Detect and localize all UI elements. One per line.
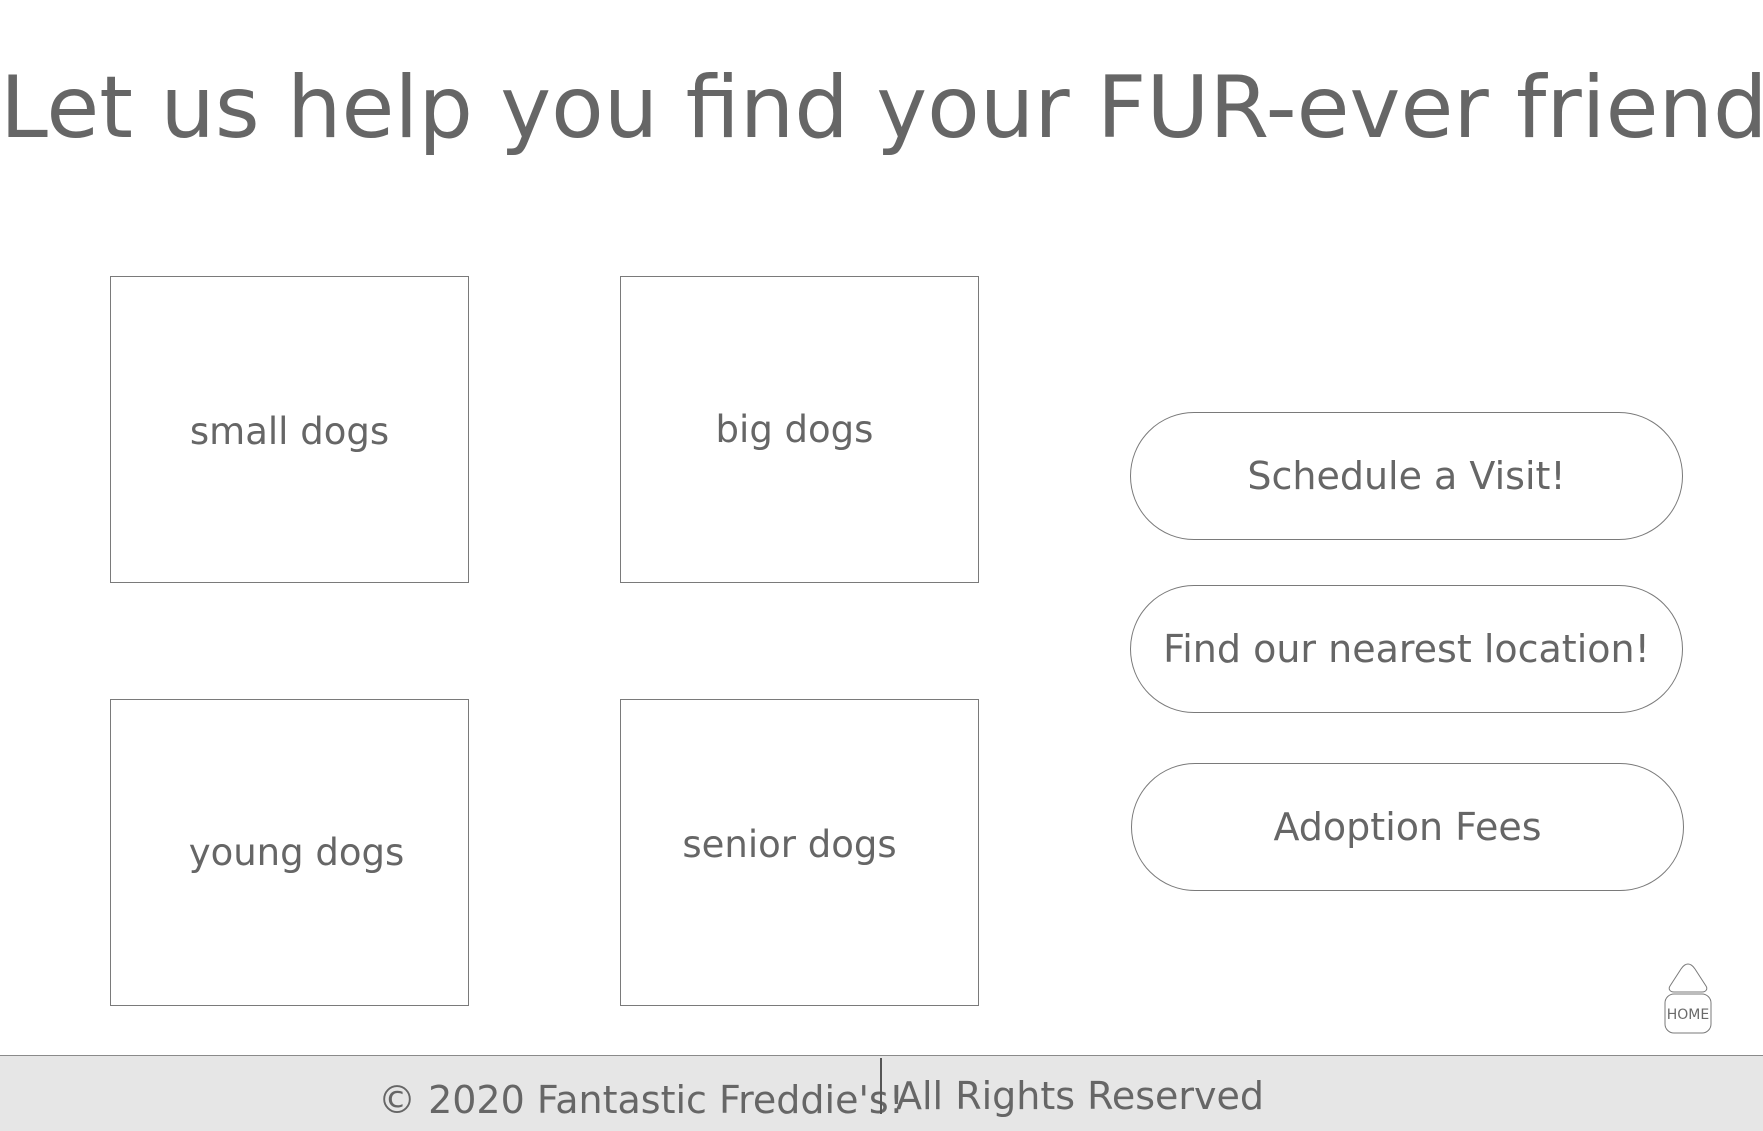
page-title: Let us help you find your FUR-ever frien… [0,58,1763,158]
adoption-fees-button[interactable]: Adoption Fees [1131,763,1684,891]
category-tile-small-dogs[interactable]: small dogs [110,276,469,583]
find-location-label: Find our nearest location! [1163,627,1650,671]
home-label: HOME [1666,1007,1710,1023]
home-icon [1664,963,1712,1034]
home-button[interactable]: HOME [1664,962,1712,1036]
adoption-fees-label: Adoption Fees [1273,805,1542,849]
category-tile-senior-dogs[interactable]: senior dogs [620,699,979,1006]
footer-copyright: © 2020 Fantastic Freddie's! [378,1078,904,1122]
category-label: senior dogs [682,823,897,866]
category-label: young dogs [188,831,405,874]
category-label: small dogs [189,410,390,453]
category-label: big dogs [715,408,874,451]
find-location-button[interactable]: Find our nearest location! [1130,585,1683,713]
schedule-visit-label: Schedule a Visit! [1247,454,1566,498]
footer-rights: All Rights Reserved [896,1074,1264,1118]
footer-divider [880,1058,882,1114]
footer: © 2020 Fantastic Freddie's! All Rights R… [0,1055,1763,1131]
category-tile-young-dogs[interactable]: young dogs [110,699,469,1006]
category-tile-big-dogs[interactable]: big dogs [620,276,979,583]
schedule-visit-button[interactable]: Schedule a Visit! [1130,412,1683,540]
